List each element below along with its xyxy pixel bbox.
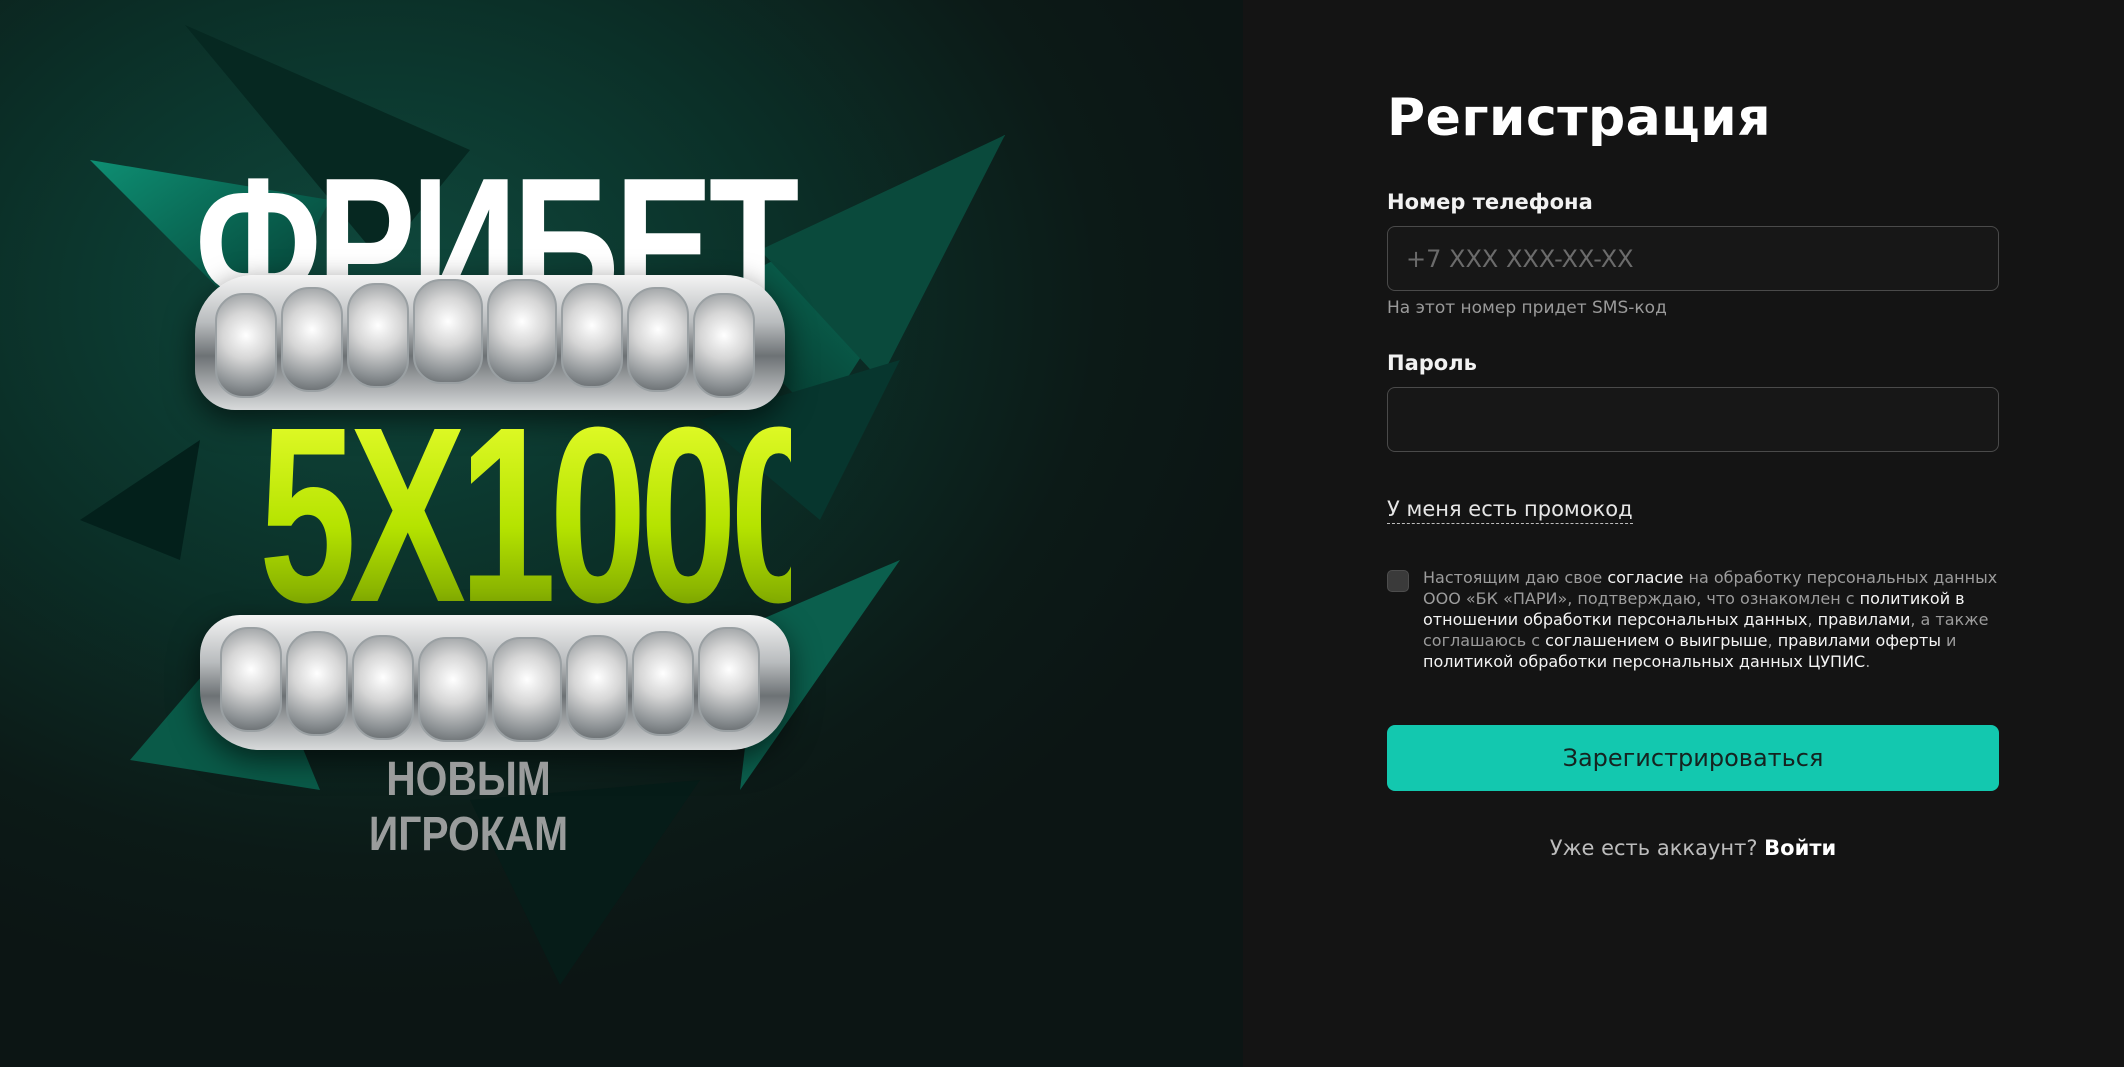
- grill-bottom-image: [200, 615, 790, 750]
- consent-text: Настоящим даю свое согласие на обработку…: [1423, 567, 2003, 672]
- promo-banner: ФРИБЕТ 5X1000₽ НОВЫМ ИГРОКАМ: [0, 0, 1243, 1067]
- password-label: Пароль: [1387, 351, 1477, 375]
- consent-link[interactable]: согласие: [1607, 568, 1683, 587]
- registration-panel: Регистрация Номер телефона На этот номер…: [1243, 0, 2124, 1067]
- rules-link[interactable]: правилами: [1818, 610, 1911, 629]
- login-link[interactable]: Войти: [1764, 836, 1836, 860]
- consent-checkbox[interactable]: [1387, 570, 1409, 592]
- login-prompt: Уже есть аккаунт?: [1549, 836, 1758, 860]
- phone-label: Номер телефона: [1387, 190, 1593, 214]
- offer-rules-link[interactable]: правилами оферты: [1778, 631, 1941, 650]
- promo-code-link[interactable]: У меня есть промокод: [1387, 497, 1633, 524]
- consent-text-part: ,: [1807, 610, 1818, 629]
- consent-text-part: и: [1940, 631, 1957, 650]
- phone-hint: На этот номер придет SMS-код: [1387, 298, 1667, 318]
- login-row: Уже есть аккаунт? Войти: [1387, 836, 1999, 860]
- phone-input[interactable]: [1387, 226, 1999, 291]
- promo-amount: 5X1000₽: [259, 375, 932, 654]
- consent-text-part: .: [1865, 652, 1871, 671]
- register-button[interactable]: Зарегистрироваться: [1387, 725, 1999, 791]
- promo-subtitle: НОВЫМ ИГРОКАМ: [368, 753, 569, 861]
- consent-text-part: Настоящим даю свое: [1423, 568, 1608, 587]
- winnings-agreement-link[interactable]: соглашением о выигрыше: [1545, 631, 1767, 650]
- consent-text-part: ,: [1767, 631, 1778, 650]
- cupis-policy-link[interactable]: политикой обработки персональных данных …: [1423, 652, 1865, 671]
- password-input[interactable]: [1387, 387, 1999, 452]
- page-title: Регистрация: [1387, 88, 1772, 148]
